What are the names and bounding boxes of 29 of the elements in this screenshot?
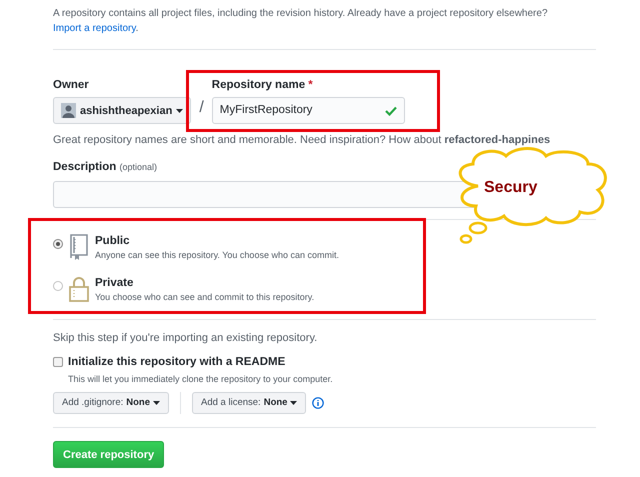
book-icon: [69, 234, 89, 260]
select-dropdown[interactable]: Add .gitignore: None: [53, 392, 170, 414]
caret-icon: [176, 108, 184, 113]
caret-icon: [290, 401, 298, 406]
intro-text: A repository contains all project files, including the revision history. Already have a project repository elsewhere? Import a repository.: [53, 7, 549, 36]
repository-name-field[interactable]: MyFirstRepository: [212, 97, 405, 124]
radio-button[interactable]: [53, 239, 63, 249]
visibility-title: Public: [95, 234, 131, 249]
avatar-icon: [61, 103, 76, 118]
visibility-description: You choose who can see and commit to this repository.: [95, 291, 314, 304]
info-icon[interactable]: [312, 397, 324, 410]
caret-icon: [153, 401, 160, 406]
description-label: Description (optional): [53, 160, 157, 175]
name-hint: Great repository names are short and memorable. Need inspiration? How about refactored-happines: [53, 133, 552, 148]
readme-label: Initialize this repository with a README: [68, 354, 286, 370]
readme-description: This will let you immediately clone the repository to your computer.: [68, 372, 334, 386]
skip-note: Skip this step if you're importing an existing repository.: [53, 331, 318, 346]
owner-dropdown[interactable]: ashishtheapexian: [53, 97, 192, 124]
select-dropdown[interactable]: Add a license: None: [192, 392, 306, 414]
radio-button[interactable]: [53, 281, 63, 291]
readme-checkbox[interactable]: [53, 357, 63, 368]
visibility-title: Private: [95, 276, 134, 291]
repository-name-label: Repository name *: [212, 78, 314, 93]
lock-icon: [69, 276, 89, 302]
callout-text: Secury: [484, 178, 538, 198]
owner-label: Owner: [53, 78, 90, 93]
slash-separator: /: [198, 98, 205, 118]
visibility-description: Anyone can see this repository. You choose who can commit.: [95, 249, 339, 262]
import-link[interactable]: Import a repository: [53, 23, 136, 34]
